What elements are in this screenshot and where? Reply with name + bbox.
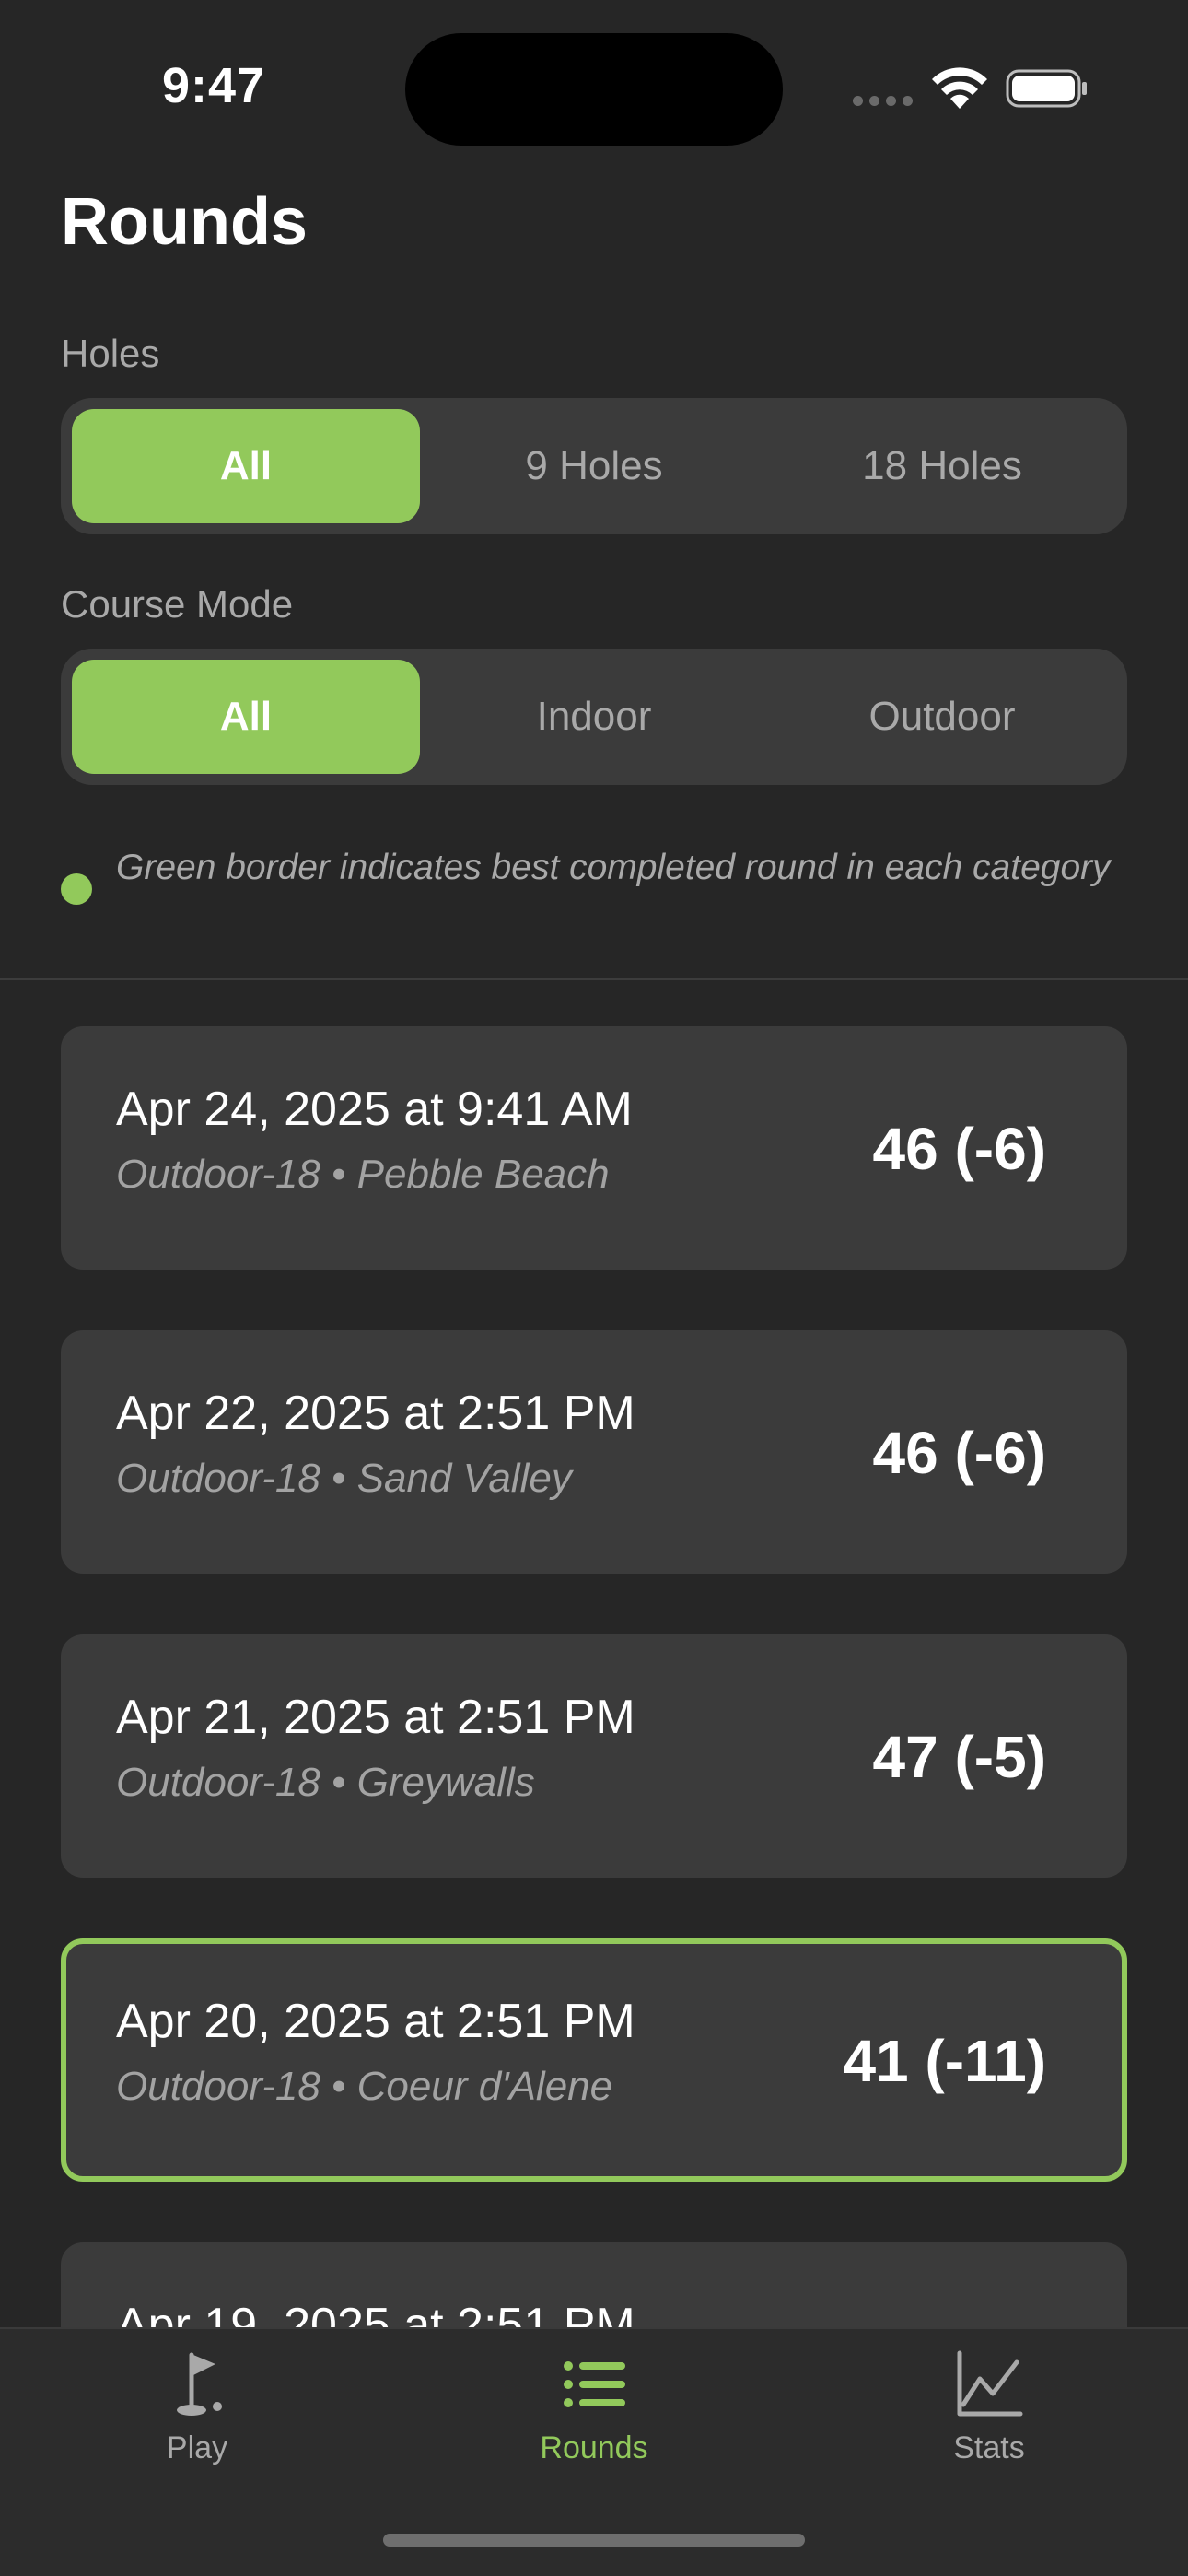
round-date: Apr 19, 2025 at 2:51 PM <box>116 2299 635 2327</box>
round-card[interactable]: Apr 22, 2025 at 2:51 PM Outdoor-18 • San… <box>61 1330 1127 1574</box>
best-round-legend: Green border indicates best completed ro… <box>61 846 1111 905</box>
tab-play[interactable]: Play <box>77 2348 317 2495</box>
battery-icon <box>1006 69 1087 108</box>
green-dot-icon <box>61 873 92 905</box>
page-title: Rounds <box>61 185 308 259</box>
round-date: Apr 21, 2025 at 2:51 PM <box>116 1691 635 1744</box>
round-date: Apr 22, 2025 at 2:51 PM <box>116 1387 635 1440</box>
list-icon <box>564 2361 625 2407</box>
golf-flag-icon <box>177 2352 222 2416</box>
round-card[interactable]: Apr 21, 2025 at 2:51 PM Outdoor-18 • Gre… <box>61 1634 1127 1878</box>
holes-segmented-control: All 9 Holes 18 Holes <box>61 398 1127 534</box>
round-score: 46 (-6) <box>872 1116 1047 1182</box>
course-mode-option-indoor[interactable]: Indoor <box>420 660 768 774</box>
round-score: 41 (-11) <box>843 2028 1046 2094</box>
holes-filter-label: Holes <box>61 332 160 375</box>
status-time: 9:47 <box>162 58 266 113</box>
round-score: 47 (-5) <box>872 1724 1047 1790</box>
round-card-best[interactable]: Apr 20, 2025 at 2:51 PM Outdoor-18 • Coe… <box>61 1938 1127 2182</box>
holes-option-9[interactable]: 9 Holes <box>420 409 768 523</box>
round-card[interactable]: Apr 19, 2025 at 2:51 PM <box>61 2242 1127 2327</box>
tab-stats-label: Stats <box>953 2430 1025 2465</box>
tab-rounds-label: Rounds <box>540 2430 648 2465</box>
tab-stats[interactable]: Stats <box>869 2348 1109 2495</box>
holes-option-18[interactable]: 18 Holes <box>768 409 1116 523</box>
round-details: Outdoor-18 • Coeur d'Alene <box>116 2064 613 2109</box>
cellular-signal-icon <box>853 96 913 106</box>
round-date: Apr 20, 2025 at 2:51 PM <box>116 1995 635 2048</box>
round-details: Outdoor-18 • Sand Valley <box>116 1456 572 1501</box>
round-details: Outdoor-18 • Pebble Beach <box>116 1152 610 1197</box>
course-mode-option-all[interactable]: All <box>72 660 420 774</box>
round-score: 46 (-6) <box>872 1420 1047 1486</box>
round-card[interactable]: Apr 24, 2025 at 9:41 AM Outdoor-18 • Peb… <box>61 1026 1127 1270</box>
chart-icon <box>957 2350 1023 2417</box>
wifi-icon <box>932 67 987 109</box>
holes-option-all[interactable]: All <box>72 409 420 523</box>
round-details: Outdoor-18 • Greywalls <box>116 1760 535 1805</box>
round-date: Apr 24, 2025 at 9:41 AM <box>116 1083 633 1136</box>
course-mode-filter-label: Course Mode <box>61 582 294 626</box>
rounds-screen: 9:47 Rounds Holes All 9 Holes 18 Holes C… <box>0 0 1188 2576</box>
rounds-list[interactable]: Apr 24, 2025 at 9:41 AM Outdoor-18 • Peb… <box>0 978 1188 2327</box>
tab-rounds[interactable]: Rounds <box>474 2348 714 2495</box>
course-mode-segmented-control: All Indoor Outdoor <box>61 649 1127 785</box>
home-indicator[interactable] <box>383 2534 805 2547</box>
course-mode-option-outdoor[interactable]: Outdoor <box>768 660 1116 774</box>
legend-text: Green border indicates best completed ro… <box>116 848 1111 887</box>
tab-play-label: Play <box>166 2430 228 2465</box>
dynamic-island <box>405 33 783 146</box>
